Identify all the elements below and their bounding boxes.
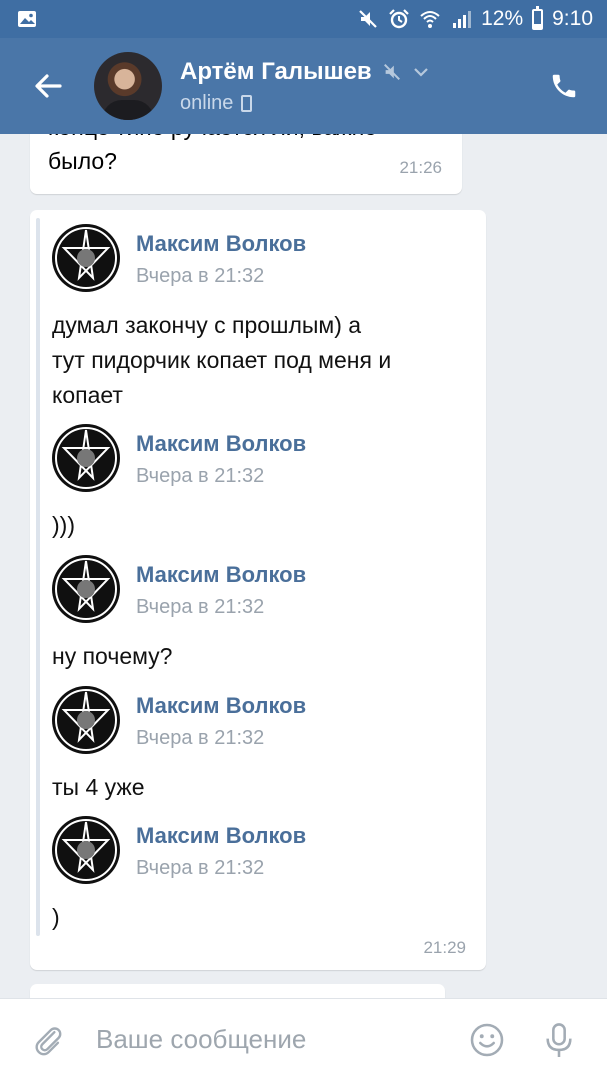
message-text-line: думал закончу с прошлым) а (52, 312, 362, 338)
paperclip-icon (35, 1026, 62, 1055)
message-text: думал закончу с прошлым) а тут пидорчик … (52, 308, 391, 413)
sender-name[interactable]: Максим Волков (136, 562, 306, 588)
chevron-down-icon[interactable] (412, 63, 430, 81)
mute-icon (382, 62, 402, 82)
sender-name[interactable]: Максим Волков (136, 823, 306, 849)
message-date: Вчера в 21:32 (136, 265, 265, 287)
message-date: Вчера в 21:32 (136, 596, 265, 618)
call-button[interactable] (529, 38, 599, 134)
message-text: ну почему? (52, 643, 173, 669)
mobile-icon (241, 94, 253, 112)
message-text: ))) (52, 512, 75, 538)
back-arrow-icon (35, 74, 62, 98)
contact-name: Артём Галышев (180, 57, 372, 85)
wifi-icon (419, 8, 441, 30)
message-date: Вчера в 21:32 (136, 727, 265, 749)
battery-icon (532, 5, 544, 30)
contact-avatar[interactable] (94, 52, 162, 120)
battery-percentage: 12% (481, 7, 524, 30)
message-text-line: копает (52, 382, 123, 408)
message-text: конце типо ручается ли, важно было? (48, 134, 377, 178)
forward-indicator-line (36, 218, 40, 936)
contact-info[interactable]: Артём Галышев online (180, 58, 529, 115)
message-bubble[interactable]: конце типо ручается ли, важно было? 21:2… (30, 134, 462, 194)
chat-header: Артём Галышев online (0, 38, 607, 134)
message-bubble[interactable] (30, 984, 445, 998)
sender-avatar[interactable] (52, 555, 120, 623)
back-button[interactable] (0, 38, 96, 134)
message-text-line: было? (48, 148, 117, 174)
phone-icon (552, 74, 576, 98)
forwarded-message-bubble[interactable]: Максим Волков Вчера в 21:32 думал законч… (30, 210, 486, 970)
attach-button[interactable] (0, 999, 96, 1080)
sender-name[interactable]: Максим Волков (136, 431, 306, 457)
signal-icon (450, 8, 472, 30)
message-input[interactable] (96, 1009, 451, 1070)
microphone-icon (546, 1022, 572, 1057)
status-bar-right: 12% 9:10 (357, 5, 593, 31)
message-text: ты 4 уже (52, 774, 145, 800)
emoji-button[interactable] (451, 999, 523, 1080)
message-date: Вчера в 21:32 (136, 857, 265, 879)
online-status: online (180, 91, 234, 114)
sender-avatar[interactable] (52, 686, 120, 754)
status-bar-left (16, 8, 38, 30)
message-text-line: конце типо ручается ли, важно (48, 134, 377, 144)
message-text-line: тут пидорчик копает под меня и (52, 347, 392, 373)
smiley-icon (470, 1023, 504, 1056)
voice-message-button[interactable] (523, 999, 595, 1080)
sender-avatar[interactable] (52, 816, 120, 884)
gallery-icon (16, 8, 38, 30)
sender-avatar[interactable] (52, 224, 120, 292)
alarm-icon (388, 8, 410, 30)
status-bar: 12% 9:10 (0, 0, 607, 38)
message-composer (0, 998, 607, 1080)
message-date: Вчера в 21:32 (136, 465, 265, 487)
sender-avatar[interactable] (52, 424, 120, 492)
sender-name[interactable]: Максим Волков (136, 693, 306, 719)
message-time: 21:26 (399, 158, 442, 177)
contact-status: online (180, 92, 529, 115)
message-time: 21:29 (423, 938, 466, 957)
status-time: 9:10 (552, 7, 593, 30)
sender-name[interactable]: Максим Волков (136, 231, 306, 257)
message-list[interactable]: конце типо ручается ли, важно было? 21:2… (0, 134, 607, 998)
message-text: ) (52, 904, 60, 930)
mute-icon (357, 8, 379, 30)
